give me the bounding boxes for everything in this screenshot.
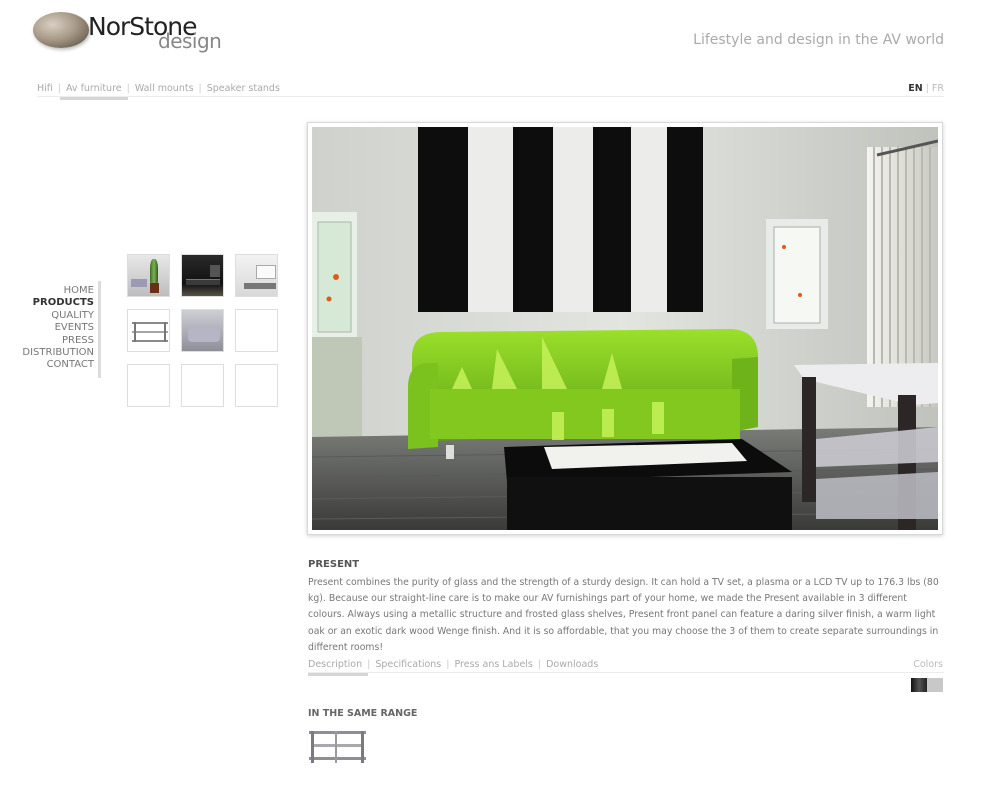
tagline: Lifestyle and design in the AV world bbox=[693, 32, 944, 48]
menu-distribution[interactable]: DISTRIBUTION bbox=[0, 347, 94, 359]
tab-separator: | bbox=[367, 659, 371, 670]
nav-separator: | bbox=[57, 83, 61, 94]
menu-press[interactable]: PRESS bbox=[0, 335, 94, 347]
white-tv-stand-thumb[interactable] bbox=[235, 254, 278, 297]
menu-quality[interactable]: QUALITY bbox=[0, 310, 94, 322]
swatch-dark[interactable] bbox=[911, 678, 927, 692]
menu-home[interactable]: HOME bbox=[0, 285, 94, 297]
tab-separator: | bbox=[537, 659, 542, 670]
menu-side-bar bbox=[98, 281, 101, 378]
living-room-scene bbox=[312, 127, 938, 530]
language-switch: EN | FR bbox=[908, 83, 944, 94]
lang-en[interactable]: EN bbox=[908, 83, 922, 94]
nav-hifi[interactable]: Hifi bbox=[37, 83, 53, 94]
tab-description[interactable]: Description bbox=[308, 659, 369, 676]
empty-thumb bbox=[235, 364, 278, 407]
main-menu: HOME PRODUCTS QUALITY EVENTS PRESS DISTR… bbox=[0, 285, 94, 372]
tab-specifications[interactable]: Specifications bbox=[375, 659, 441, 670]
nav-speaker-stands[interactable]: Speaker stands bbox=[207, 83, 280, 94]
product-main-image bbox=[307, 122, 943, 535]
empty-thumb bbox=[127, 364, 170, 407]
product-tabs: Description | Specifications | Press ans… bbox=[308, 659, 598, 676]
product-description: Present combines the purity of glass and… bbox=[308, 577, 939, 653]
norstone-logo[interactable]: NorStone design bbox=[33, 10, 233, 53]
tab-separator: | bbox=[446, 659, 450, 670]
menu-products[interactable]: PRODUCTS bbox=[0, 297, 94, 309]
glass-rack-icon bbox=[309, 731, 366, 763]
glass-rack-thumb[interactable] bbox=[127, 309, 170, 352]
plant-room-thumb[interactable] bbox=[127, 254, 170, 297]
color-swatches bbox=[911, 678, 943, 692]
nav-av-furniture[interactable]: Av furniture bbox=[60, 83, 128, 100]
menu-events[interactable]: EVENTS bbox=[0, 322, 94, 334]
same-range-title: IN THE SAME RANGE bbox=[308, 708, 418, 719]
colors-label: Colors bbox=[913, 659, 943, 670]
same-range-product-thumb[interactable] bbox=[308, 729, 367, 767]
lang-fr[interactable]: FR bbox=[932, 83, 944, 94]
stone-logo-icon bbox=[33, 12, 89, 48]
tab-downloads[interactable]: Downloads bbox=[546, 659, 598, 670]
nav-divider bbox=[37, 96, 944, 97]
logo-text-design: design bbox=[158, 29, 222, 53]
nav-separator: | bbox=[198, 83, 202, 94]
dark-cabinet-thumb[interactable] bbox=[181, 254, 224, 297]
menu-contact[interactable]: CONTACT bbox=[0, 359, 94, 371]
tab-press-labels[interactable]: Press ans Labels bbox=[454, 659, 532, 670]
tabs-divider bbox=[308, 672, 944, 673]
product-title: PRESENT bbox=[308, 559, 360, 570]
nav-wall-mounts[interactable]: Wall mounts bbox=[135, 83, 194, 94]
empty-thumb bbox=[181, 364, 224, 407]
lang-separator: | bbox=[925, 83, 929, 94]
grey-sofa-thumb[interactable] bbox=[181, 309, 224, 352]
category-nav: Hifi | Av furniture | Wall mounts | Spea… bbox=[37, 83, 280, 100]
swatch-silver[interactable] bbox=[927, 678, 943, 692]
nav-separator: | bbox=[126, 83, 130, 94]
product-thumbnails bbox=[127, 254, 278, 407]
empty-thumb bbox=[235, 309, 278, 352]
